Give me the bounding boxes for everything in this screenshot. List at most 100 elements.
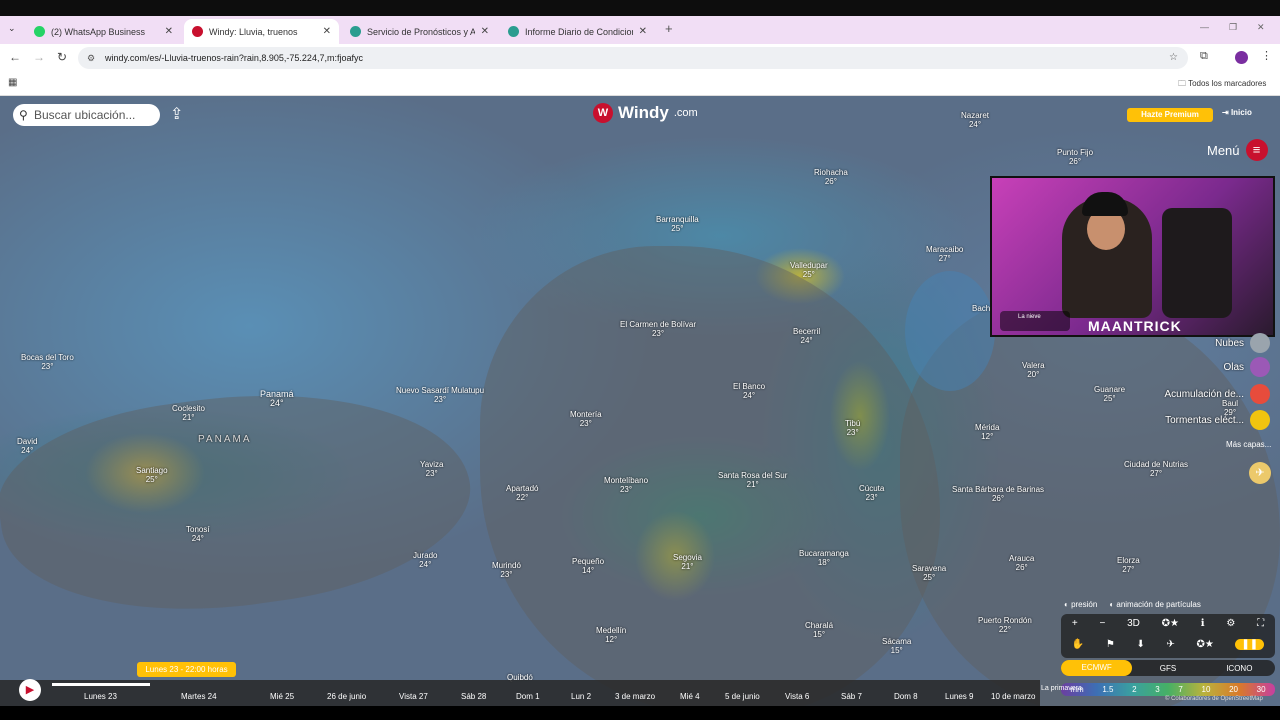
extensions-icon[interactable]: ⧉ [1200,50,1208,63]
city-valledupar[interactable]: Valledupar 25° [790,261,828,279]
layer-waves[interactable]: Olas [1223,357,1270,377]
city-charala[interactable]: Charalá 15° [805,621,833,639]
city-pequeno[interactable]: Pequeño 14° [572,557,604,575]
play-button[interactable]: ▶ [19,679,41,701]
city-punto-fijo[interactable]: Punto Fijo 26° [1057,148,1093,166]
timeline-day[interactable]: 3 de marzo [615,692,655,701]
tab-whatsapp[interactable]: (2) WhatsApp Business ✕ [26,19,181,44]
city-bach[interactable]: Bach [972,304,990,313]
timeline-day[interactable]: 10 de marzo [991,692,1035,701]
download-icon[interactable]: ⬇ [1136,639,1144,650]
city-guanare[interactable]: Guanare 25° [1094,385,1125,403]
layer-clouds[interactable]: Nubes [1215,333,1270,353]
tab-informe[interactable]: Informe Diario de Condiciones ✕ [500,19,655,44]
city-nazaret[interactable]: Nazaret 24° [961,111,989,129]
city-david[interactable]: David 24° [17,437,37,455]
city-santa-barbara[interactable]: Santa Bárbara de Barinas 26° [952,485,1044,503]
city-bucaramanga[interactable]: Bucaramanga 18° [799,549,849,567]
favorites-icon[interactable]: ✪★ [1162,618,1179,629]
pressure-toggle[interactable]: ◐ presión [1064,600,1097,609]
new-tab-button[interactable]: + [665,21,673,36]
model-gfs[interactable]: GFS [1132,664,1203,673]
more-layers-link[interactable]: Más capas... [1226,440,1271,449]
back-icon[interactable]: ← [9,50,21,64]
model-icon[interactable]: ICONO [1204,664,1275,673]
kebab-menu-icon[interactable]: ⋮ [1261,49,1272,62]
city-barranquilla[interactable]: Barranquilla 25° [656,215,699,233]
all-bookmarks-link[interactable]: 🗀 Todos los marcadores [1178,78,1266,92]
hand-icon[interactable]: ✋ [1072,639,1084,650]
menu-button[interactable]: Menú ≡ [1207,139,1268,161]
timeline-day[interactable]: 26 de junio [327,692,366,701]
city-saravena[interactable]: Saravena 25° [912,564,946,582]
minimize-icon[interactable]: — [1200,22,1209,32]
timeline-day[interactable]: Vista 27 [399,692,428,701]
city-riohacha[interactable]: Riohacha 26° [814,168,848,186]
close-icon[interactable]: ✕ [323,26,331,37]
close-icon[interactable]: ✕ [481,26,489,37]
city-becerril[interactable]: Becerril 24° [793,327,820,345]
city-yaviza[interactable]: Yaviza 23° [420,460,443,478]
city-merida[interactable]: Mérida 12° [975,423,999,441]
layer-accumulation[interactable]: Acumulación de... [1165,384,1270,404]
tab-servicio[interactable]: Servicio de Pronósticos y Alerta ✕ [342,19,497,44]
site-info-icon[interactable]: ⚙ [87,47,95,69]
city-tibu[interactable]: Tibú 23° [845,419,860,437]
windy-logo[interactable]: W Windy .com [593,103,698,123]
profile-avatar[interactable] [1235,51,1248,64]
timeline-day[interactable]: Lun 2 [571,692,591,701]
plane-small-icon[interactable]: ✈ [1166,639,1174,650]
reload-icon[interactable]: ↻ [57,50,67,64]
maximize-icon[interactable]: ❐ [1229,22,1237,33]
tab-search-chevron-icon[interactable]: ⌄ [8,23,16,34]
city-segovia[interactable]: Segovia 21° [673,553,702,571]
apps-grid-icon[interactable]: ▦ [8,77,17,88]
city-santiago[interactable]: Santiago 25° [136,466,168,484]
model-ecmwf[interactable]: ECMWF [1061,660,1133,676]
bookmark-star-icon[interactable]: ☆ [1169,47,1178,69]
zoom-in-button[interactable]: + [1072,618,1078,629]
timeline-day[interactable]: Sáb 28 [461,692,486,701]
city-maracaibo[interactable]: Maracaibo 27° [926,245,963,263]
settings-icon[interactable]: ⚙ [1226,618,1235,629]
timeline-day[interactable]: Dom 8 [894,692,918,701]
timeline[interactable]: Lunes 23 Martes 24 Mié 25 26 de junio Vi… [0,680,1040,706]
timeline-day[interactable]: Martes 24 [181,692,217,701]
city-panama[interactable]: Panamá 24° [260,390,294,408]
fullscreen-icon[interactable]: ⛶ [1257,618,1264,629]
share-icon[interactable]: ⇪ [170,104,183,124]
forward-icon[interactable]: → [33,50,45,64]
url-field[interactable]: ⚙ windy.com/es/-Lluvia-truenos-rain?rain… [78,47,1188,69]
timeline-day[interactable]: Vista 6 [785,692,809,701]
particles-toggle[interactable]: ◐ animación de partículas [1109,600,1201,609]
plane-icon[interactable]: ✈ [1249,462,1271,484]
city-cucuta[interactable]: Cúcuta 23° [859,484,884,502]
tab-windy[interactable]: Windy: Lluvia, truenos ✕ [184,19,339,44]
timeline-day[interactable]: Dom 1 [516,692,540,701]
city-ciudad-de-nutrias[interactable]: Ciudad de Nutrias 27° [1124,460,1188,478]
map-credit[interactable]: © Colaboradores de OpenStreetMap [1165,696,1263,702]
city-tonosi[interactable]: Tonosí 24° [186,525,210,543]
pause-button[interactable]: ❚❚ [1235,639,1265,650]
zoom-out-button[interactable]: − [1099,618,1105,629]
info-icon[interactable]: ℹ [1201,618,1205,629]
timeline-day[interactable]: Mié 25 [270,692,294,701]
close-icon[interactable]: ✕ [639,26,647,37]
timeline-day[interactable]: Sáb 7 [841,692,862,701]
timeline-day[interactable]: Lunes 23 [84,692,117,701]
favorites-icon[interactable]: ✪★ [1196,639,1213,650]
city-murindo[interactable]: Murindó 23° [492,561,521,579]
city-coclesito[interactable]: Coclesito 21° [172,404,205,422]
city-nuevo-sasardi[interactable]: Nuevo Sasardí Mulatupu 23° [396,386,484,404]
timeline-day[interactable]: 5 de junio [725,692,760,701]
city-valera[interactable]: Valera 20° [1022,361,1045,379]
city-apartado[interactable]: Apartadó 22° [506,484,538,502]
login-button[interactable]: ⇥ Inicio [1222,108,1252,117]
close-icon[interactable]: ✕ [165,26,173,37]
city-monteria[interactable]: Montería 23° [570,410,602,428]
city-elorza[interactable]: Elorza 27° [1117,556,1140,574]
city-bocas-del-toro[interactable]: Bocas del Toro 23° [21,353,74,371]
city-el-carmen[interactable]: El Carmen de Bolívar 23° [620,320,696,338]
close-window-icon[interactable]: ✕ [1257,22,1265,33]
premium-button[interactable]: Hazte Premium [1127,108,1213,122]
